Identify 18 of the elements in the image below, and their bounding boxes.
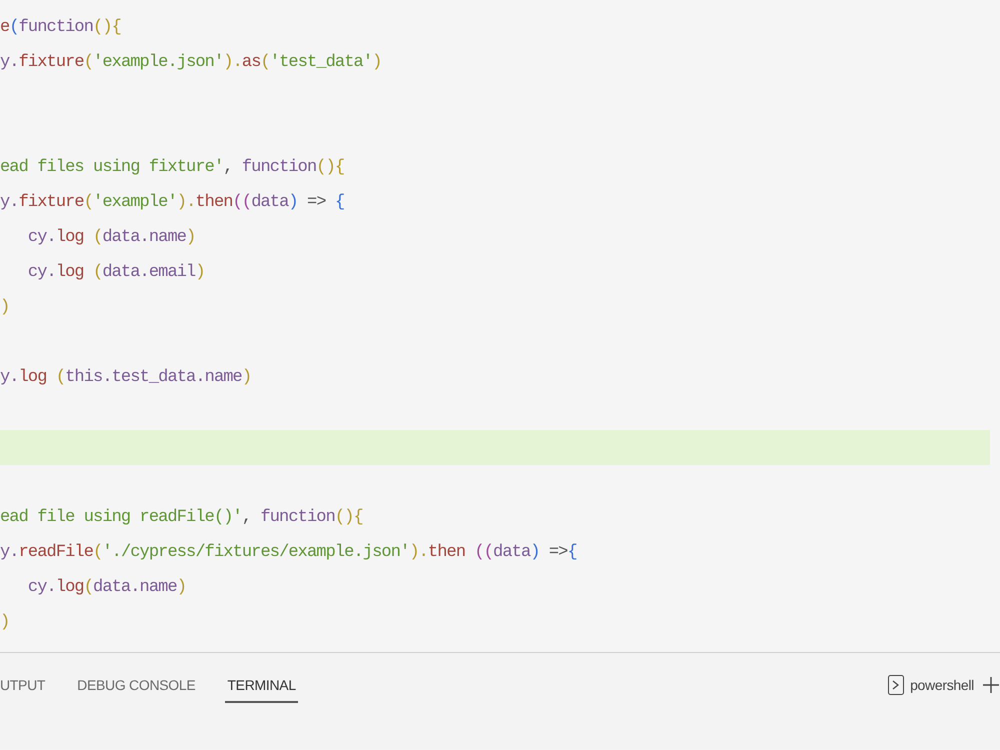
code-line: y.readFile('./cypress/fixtures/example.json').then ((data) =>{	[0, 542, 578, 564]
terminal-icon	[888, 675, 904, 695]
code-line: y.fixture('example.json').as('test_data')	[0, 52, 382, 74]
panel-tab[interactable]: DEBUG CONSOLE	[75, 673, 198, 703]
panel-tab[interactable]: UTPUT	[0, 673, 48, 703]
code-line: cy.log (data.email)	[26, 262, 206, 284]
code-line: cy.log(data.name)	[26, 577, 188, 599]
code-line: )	[0, 612, 10, 634]
code-line: y.log (this.test_data.name)	[0, 367, 252, 389]
code-line: y.fixture('example').then((data) => {	[0, 192, 346, 214]
add-icon[interactable]	[982, 676, 1000, 694]
code-line: e(function(){	[0, 17, 122, 39]
code-line: )	[0, 297, 10, 319]
code-line: ead file using readFile()', function(){	[0, 507, 364, 529]
terminal-selector[interactable]: powershell	[888, 675, 974, 695]
code-line: cy.log (data.name)	[26, 227, 196, 249]
panel-tab[interactable]: TERMINAL	[225, 673, 298, 703]
code-line: ead files using fixture', function(){	[0, 157, 346, 179]
